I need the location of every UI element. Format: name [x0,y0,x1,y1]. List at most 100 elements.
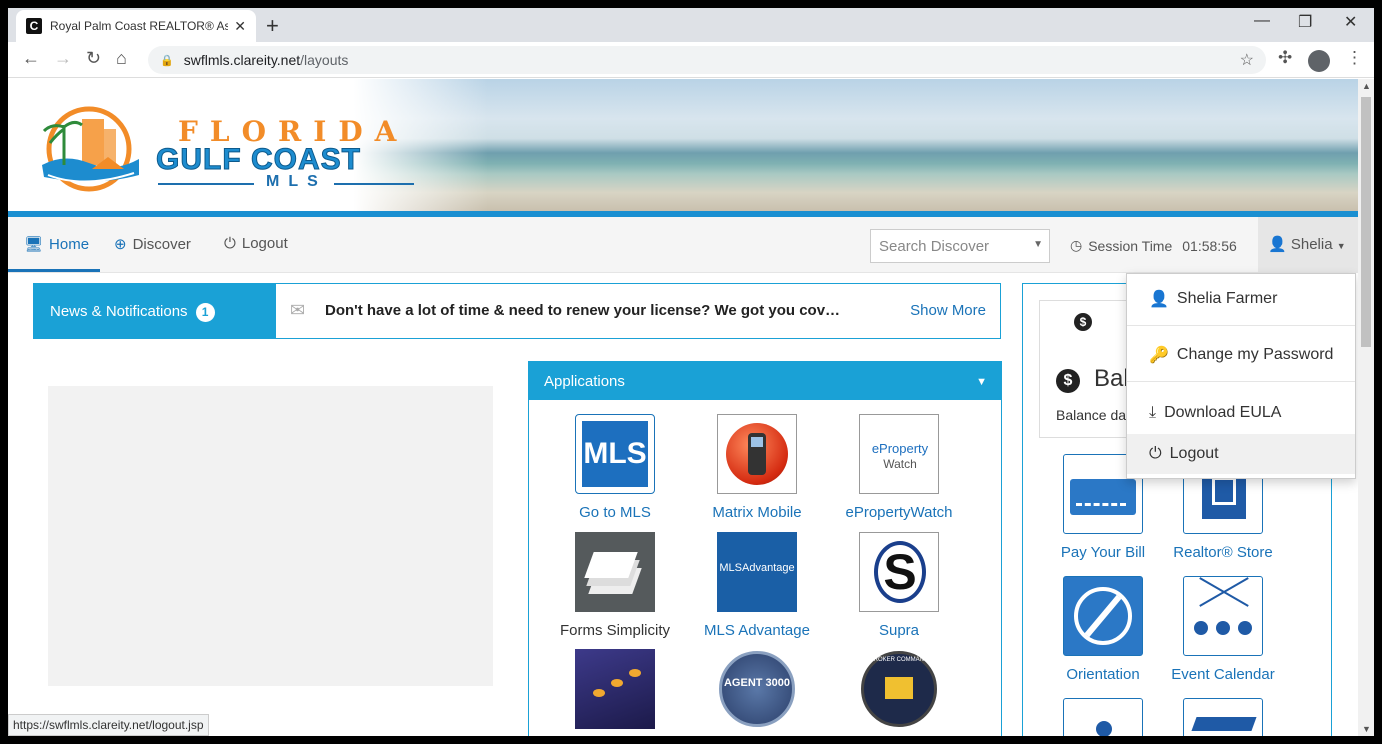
app-forms-simplicity[interactable]: Forms Simplicity [550,532,680,639]
menu-user-name[interactable]: 👤 Shelia Farmer [1127,288,1355,310]
new-tab-icon[interactable]: + [266,13,279,39]
tile-label: Event Calendar [1171,666,1275,683]
supra-icon: S [859,532,939,612]
power-icon: ⏻ [1149,445,1162,462]
user-name: Shelia [1290,236,1333,253]
profile-icon[interactable] [1308,50,1330,72]
taskbar-strip [0,736,1382,744]
page-scrollbar[interactable]: ▲ ▼ [1358,79,1374,736]
app-mls-advantage[interactable]: MLSAdvantage MLS Advantage [692,532,822,639]
tile-event-calendar[interactable]: Event Calendar [1163,576,1283,683]
nav-home[interactable]: 🖥 Home [24,235,90,254]
nav-discover[interactable]: ⊕ Discover [114,235,191,254]
search-discover-select[interactable]: Search Discover ▼ [870,229,1050,263]
maximize-icon[interactable]: ❐ [1298,12,1312,32]
user-menu-button[interactable]: 👤 Shelia ▼ [1258,217,1358,272]
address-bar: ← → ↻ ⌂ 🔒 swflmls.clareity.net/layouts ☆… [8,42,1374,78]
nav-logout-label: Logout [241,235,288,252]
app-label: Forms Simplicity [559,622,670,639]
show-more-link[interactable]: Show More [910,302,986,319]
page-content: FLORIDA GULF COAST MLS 🖥 Home ⊕ Discover… [8,79,1358,736]
tile-orientation[interactable]: Orientation [1043,576,1163,683]
agent-3000-icon: AGENT 3000 [717,649,797,729]
app-icon [575,649,655,729]
close-tab-icon[interactable]: ✕ [234,18,246,35]
download-icon: ⤓ [1149,404,1157,421]
extensions-icon[interactable]: ✣ [1278,48,1292,68]
epropertywatch-icon: eProperty Watch [859,414,939,494]
tile-more-2[interactable] [1163,698,1283,736]
app-broker-command[interactable]: BROKER COMMAND [834,649,964,729]
news-label[interactable]: News & Notifications 1 [34,284,276,338]
nav-discover-label: Discover [132,235,191,253]
app-label: Matrix Mobile [712,504,802,521]
tile-label: Pay Your Bill [1060,544,1146,561]
reload-icon[interactable]: ↻ [86,48,101,69]
chevron-down-icon: ▼ [1336,241,1346,251]
url-host: swflmls.clareity.net [183,52,301,68]
minimize-icon[interactable]: — [1254,12,1270,30]
back-icon[interactable]: ← [22,48,40,69]
menu-download-eula[interactable]: ⤓ Download EULA [1127,402,1355,424]
browser-tab[interactable]: C Royal Palm Coast REALTOR® Ass ✕ [16,10,256,42]
url-field[interactable]: 🔒 swflmls.clareity.net/layouts ☆ [148,46,1266,74]
dollar-icon: $ [1074,313,1092,331]
app-epropertywatch[interactable]: eProperty Watch ePropertyWatch [834,414,964,521]
app-label: Go to MLS [579,504,651,521]
applications-header[interactable]: Applications ▼ [529,362,1001,400]
app-go-to-mls[interactable]: MLS Go to MLS [550,414,680,521]
session-time: ◷ Session Time 01:58:56 [1070,237,1237,254]
power-icon: ⏻ [224,235,236,252]
bookmark-star-icon[interactable]: ☆ [1240,50,1254,70]
tile-label: Realtor® Store [1173,544,1273,561]
applications-panel: Applications ▼ MLS Go to MLS Matrix Mobi… [528,361,1002,736]
envelope-icon: ✉ [290,300,306,320]
scrollbar-thumb[interactable] [1361,97,1371,347]
menu-kebab-icon[interactable]: ⋮ [1346,48,1363,68]
home-icon[interactable]: ⌂ [116,48,127,69]
close-window-icon[interactable]: ✕ [1344,12,1357,32]
session-label: Session Time [1088,237,1173,254]
url-path: /layouts [300,52,349,68]
user-dropdown-menu: 👤 Shelia Farmer 🔑 Change my Password ⤓ D… [1126,273,1356,479]
nav-logout[interactable]: ⏻ Logout [224,235,288,252]
news-bar: News & Notifications 1 ✉ Don't have a lot… [33,283,1001,339]
forward-icon[interactable]: → [54,48,72,69]
header-banner: FLORIDA GULF COAST MLS [8,79,1358,217]
search-placeholder: Search Discover [879,238,990,255]
mobile-phone-icon [717,414,797,494]
user-icon: 👤 [1149,291,1169,308]
browser-window: C Royal Palm Coast REALTOR® Ass ✕ + — ❐ … [8,8,1374,736]
compass-icon [1063,576,1143,656]
content-placeholder [48,386,493,686]
session-value: 01:58:56 [1182,237,1237,254]
title-bar: C Royal Palm Coast REALTOR® Ass ✕ + — ❐ … [8,8,1374,42]
news-count-badge: 1 [195,303,215,322]
menu-logout[interactable]: ⏻ Logout [1127,434,1355,474]
balance-desc: Balance da [1056,407,1127,423]
news-message: Don't have a lot of time & need to renew… [325,302,841,319]
lock-icon: 🔒 [160,54,174,67]
logo-emblem-icon [42,106,139,192]
app-tile-7[interactable] [550,649,680,729]
dollar-icon: $ [1056,369,1080,393]
scroll-up-icon[interactable]: ▲ [1362,81,1371,91]
key-icon: 🔑 [1149,347,1169,364]
app-matrix-mobile[interactable]: Matrix Mobile [692,414,822,521]
applications-title: Applications [544,373,625,390]
status-url: https://swflmls.clareity.net/logout.jsp [8,714,209,736]
forms-icon [575,532,655,612]
app-supra[interactable]: S Supra [834,532,964,639]
app-agent-3000[interactable]: AGENT 3000 [692,649,822,729]
app-label: Supra [878,622,920,639]
user-icon: 👤 [1268,236,1287,253]
scroll-down-icon[interactable]: ▼ [1362,724,1371,734]
balance-title: Bal [1094,365,1129,392]
tile-more-1[interactable] [1043,698,1163,736]
florida-gulf-coast-mls-logo[interactable]: FLORIDA GULF COAST MLS [28,97,428,197]
menu-change-password[interactable]: 🔑 Change my Password [1127,344,1355,366]
mls-icon: MLS [575,414,655,494]
nav-home-label: Home [49,235,90,253]
logo-gulf-coast-text: GULF COAST [156,143,361,177]
graduation-cap-icon [1183,698,1263,736]
